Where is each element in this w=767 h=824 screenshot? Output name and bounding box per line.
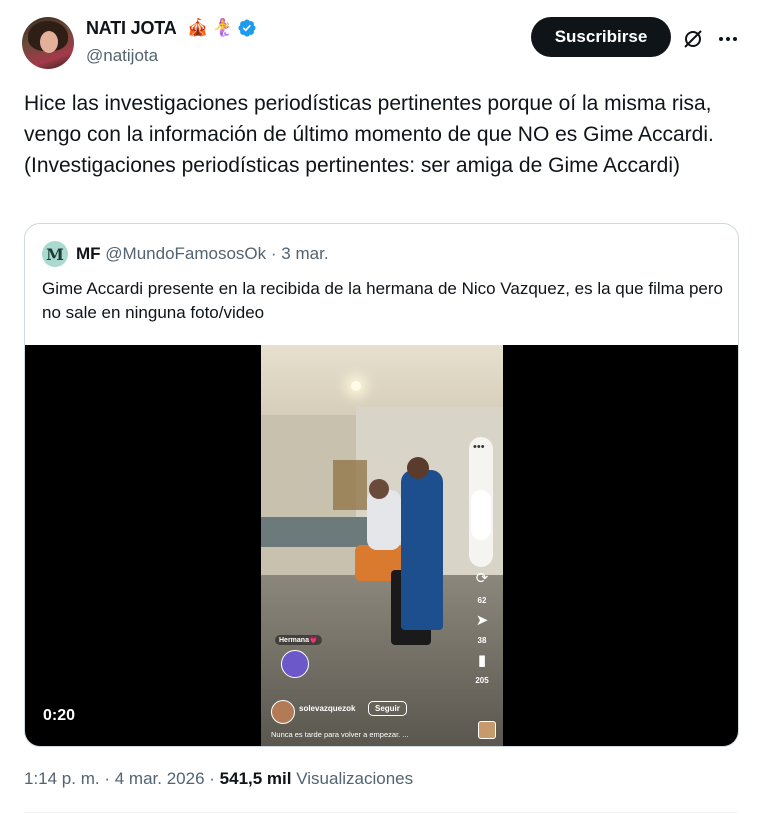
video-player[interactable]: ••• ⟳ 62 ➤ 38 ▮ 205 Hermana💗 solevazquez… bbox=[25, 345, 738, 746]
send-icon[interactable]: ➤ bbox=[471, 611, 493, 629]
quoted-author-handle[interactable]: @MundoFamososOk bbox=[105, 244, 266, 263]
author-display-name[interactable]: NATI JOTA bbox=[86, 18, 177, 39]
save-count: 205 bbox=[475, 676, 489, 685]
scene-shelf bbox=[333, 460, 367, 510]
repost-count: 62 bbox=[477, 596, 487, 605]
quoted-tweet-date[interactable]: 3 mar. bbox=[281, 244, 328, 263]
video-duration: 0:20 bbox=[43, 707, 76, 724]
sticker-avatar bbox=[281, 650, 309, 678]
tweet-time[interactable]: 1:14 p. m. bbox=[24, 769, 100, 788]
overlay-user-avatar bbox=[271, 700, 295, 724]
scene-ceiling-light bbox=[351, 381, 361, 391]
footer-separator: · bbox=[104, 769, 111, 788]
tweet-body-text: Hice las investigaciones periodísticas p… bbox=[24, 92, 714, 177]
footer-separator: · bbox=[209, 769, 215, 788]
footer-divider bbox=[24, 812, 737, 813]
overlay-caption: Nunca es tarde para volver a empezar. ..… bbox=[271, 730, 409, 739]
more-options-icon[interactable] bbox=[716, 27, 740, 51]
views-count: 541,5 mil bbox=[219, 769, 292, 788]
scene-person-man-head bbox=[407, 457, 429, 479]
tweet-header: NATI JOTA 🎪 🧜‍♀️ @natijota Suscribirse bbox=[0, 0, 767, 90]
tweet-date[interactable]: 4 mar. 2026 bbox=[115, 769, 205, 788]
overlay-more-dots[interactable]: ••• bbox=[473, 441, 485, 453]
scene-person-woman bbox=[367, 490, 401, 550]
scene-person-man bbox=[401, 470, 443, 630]
bookmark-icon[interactable]: ▮ bbox=[471, 651, 493, 669]
tweet-meta-footer: 1:14 p. m. · 4 mar. 2026 · 541,5 mil Vis… bbox=[24, 769, 413, 789]
repost-icon[interactable]: ⟳ bbox=[471, 569, 493, 587]
overlay-follow-button: Seguir bbox=[368, 701, 407, 716]
quoted-tweet-header: MF @MundoFamososOk · 3 mar. bbox=[76, 244, 329, 264]
quoted-author-avatar[interactable]: M bbox=[42, 241, 68, 267]
overlay-username: solevazquezok bbox=[299, 704, 356, 713]
mermaid-emoji: 🧜‍♀️ bbox=[212, 18, 234, 37]
video-frame: ••• ⟳ 62 ➤ 38 ▮ 205 Hermana💗 solevazquez… bbox=[261, 345, 503, 746]
verified-badge-icon bbox=[238, 19, 256, 37]
subscribe-button[interactable]: Suscribirse bbox=[531, 17, 671, 57]
share-count: 38 bbox=[477, 636, 487, 645]
music-thumbnail bbox=[478, 721, 496, 739]
scene-counter bbox=[261, 517, 371, 547]
scene-person-woman-head bbox=[369, 479, 389, 499]
circus-tent-emoji: 🎪 bbox=[187, 18, 209, 37]
quoted-tweet-card[interactable]: M MF @MundoFamososOk · 3 mar. Gime Accar… bbox=[24, 223, 739, 747]
avatar-face-shape bbox=[40, 31, 58, 53]
author-handle[interactable]: @natijota bbox=[86, 46, 158, 66]
scene-ceiling bbox=[261, 345, 503, 415]
sticker-label: Hermana💗 bbox=[275, 635, 322, 645]
views-label[interactable]: Visualizaciones bbox=[296, 769, 413, 788]
author-emoji-group: 🎪 🧜‍♀️ bbox=[187, 18, 257, 38]
quoted-tweet-text: Gime Accardi presente en la recibida de … bbox=[42, 279, 724, 322]
grok-icon[interactable] bbox=[681, 27, 705, 51]
volume-slider-knob[interactable] bbox=[471, 490, 491, 540]
author-avatar[interactable] bbox=[22, 17, 74, 69]
quoted-author-name[interactable]: MF bbox=[76, 244, 101, 263]
meta-separator: · bbox=[270, 244, 277, 263]
